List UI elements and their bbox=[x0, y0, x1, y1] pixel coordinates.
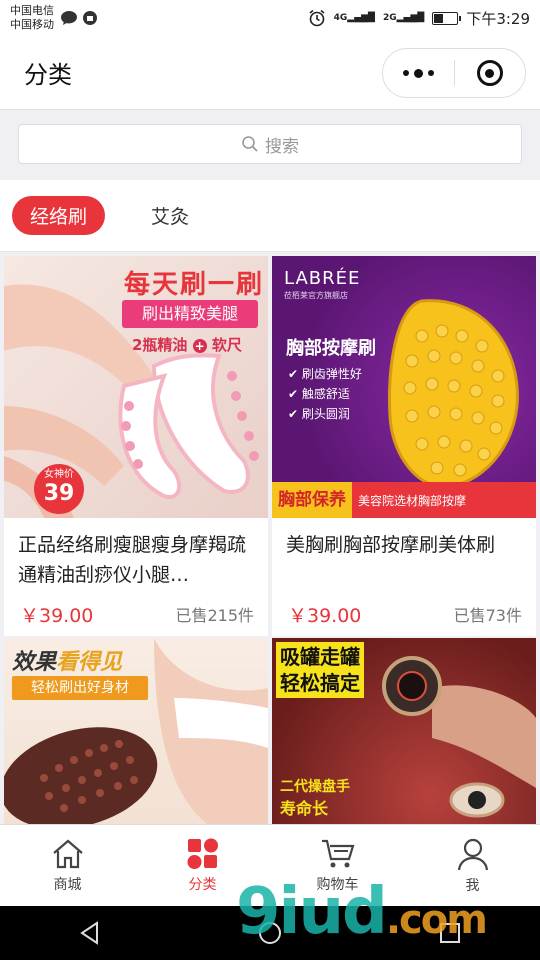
tab-jingluoshua[interactable]: 经络刷 bbox=[12, 196, 106, 235]
status-bar: 中国电信 中国移动 4G▂▄▆█ 2G▂▄▆█ 下午3:29 bbox=[0, 0, 540, 36]
search-icon bbox=[242, 136, 258, 152]
notification-icons bbox=[60, 10, 98, 26]
back-icon[interactable] bbox=[77, 920, 103, 946]
product-name: 正品经络刷瘦腿瘦身摩羯疏通精油刮痧仪小腿… bbox=[18, 534, 247, 586]
more-dot-icon bbox=[427, 70, 434, 76]
product-image: LABRÉE 莅栢莱官方旗舰店 胸部按摩刷 ✔ 刷齿弹性好 ✔ 触感舒适 ✔ 刷… bbox=[272, 256, 536, 518]
product-meta: ￥39.00 已售215件 bbox=[4, 592, 268, 636]
product-card[interactable]: 吸罐走罐 轻松搞定 二代操盘手 寿命长 bbox=[272, 638, 536, 824]
tab-aijiu[interactable]: 艾灸 bbox=[133, 196, 207, 235]
carrier-names: 中国电信 中国移动 bbox=[10, 4, 54, 32]
product-grid: 每天刷一刷 刷出精致美腿 2瓶精油 + 软尺 女神价 39 正品经络刷瘦腿瘦身摩… bbox=[0, 252, 540, 824]
product-card[interactable]: 效果看得见 轻松刷出好身材 bbox=[4, 638, 268, 824]
carrier-2: 中国移动 bbox=[10, 18, 54, 31]
alarm-icon bbox=[309, 9, 325, 27]
product-meta: ￥39.00 已售73件 bbox=[272, 592, 536, 636]
product-banner-tagline: 轻松刷出好身材 bbox=[12, 676, 148, 700]
product-price: ￥39.00 bbox=[288, 604, 362, 627]
signal-4g: 4G▂▄▆█ bbox=[333, 12, 375, 23]
miniprogram-capsule bbox=[382, 48, 526, 98]
product-banner-title: 效果看得见 bbox=[12, 650, 123, 675]
product-footer-banner: 胸部保养 美容院选材胸部按摩 bbox=[272, 482, 536, 518]
product-card[interactable]: 每天刷一刷 刷出精致美腿 2瓶精油 + 软尺 女神价 39 正品经络刷瘦腿瘦身摩… bbox=[4, 256, 268, 636]
feature-item: ✔ 触感舒适 bbox=[288, 387, 350, 401]
signal-2g: 2G▂▄▆█ bbox=[382, 12, 425, 23]
product-name: 美胸刷胸部按摩刷美体刷 bbox=[286, 534, 496, 556]
price-badge-value: 39 bbox=[43, 481, 75, 506]
footer-left-label: 胸部保养 bbox=[272, 482, 352, 518]
page-title: 分类 bbox=[24, 61, 72, 89]
product-card[interactable]: LABRÉE 莅栢莱官方旗舰店 胸部按摩刷 ✔ 刷齿弹性好 ✔ 触感舒适 ✔ 刷… bbox=[272, 256, 536, 636]
navigation-bar: 分类 bbox=[0, 36, 540, 110]
category-icon bbox=[187, 838, 218, 869]
product-image: 吸罐走罐 轻松搞定 二代操盘手 寿命长 bbox=[272, 638, 536, 824]
battery-icon bbox=[432, 11, 462, 25]
site-watermark: 9iud.com bbox=[236, 875, 488, 949]
more-options-button[interactable] bbox=[383, 68, 454, 78]
price-badge-label: 女神价 bbox=[44, 469, 74, 480]
clock: 下午3:29 bbox=[466, 9, 530, 28]
search-placeholder: 搜索 bbox=[265, 136, 299, 157]
target-close-icon bbox=[476, 60, 503, 86]
feature-item: ✔ 刷齿弹性好 bbox=[288, 367, 362, 381]
product-promo: 2瓶精油 + 软尺 bbox=[132, 336, 242, 354]
cart-icon bbox=[321, 839, 354, 867]
product-sold-count: 已售215件 bbox=[175, 606, 254, 625]
product-banner-title: 每天刷一刷 bbox=[124, 270, 265, 300]
shield-app-icon bbox=[83, 11, 97, 25]
product-sold-count: 已售73件 bbox=[453, 606, 522, 625]
footer-right-label: 美容院选材胸部按摩 bbox=[358, 493, 467, 508]
tabbar-label: 商城 bbox=[53, 876, 82, 893]
search-area: 搜索 bbox=[0, 110, 540, 180]
feature-list: ✔ 刷齿弹性好 ✔ 触感舒适 ✔ 刷头圆润 bbox=[288, 364, 362, 424]
product-banner-title: 胸部按摩刷 bbox=[286, 338, 376, 359]
product-footer-text: 二代操盘手 寿命长 bbox=[280, 779, 350, 818]
search-input[interactable]: 搜索 bbox=[18, 124, 522, 164]
product-image: 效果看得见 轻松刷出好身材 bbox=[4, 638, 268, 824]
product-price: ￥39.00 bbox=[20, 604, 94, 627]
plus-circle-icon: + bbox=[192, 339, 207, 353]
home-icon bbox=[52, 839, 83, 868]
more-dot-icon bbox=[413, 68, 423, 78]
status-right: 4G▂▄▆█ 2G▂▄▆█ 下午3:29 bbox=[308, 8, 530, 29]
user-icon bbox=[457, 838, 488, 870]
feature-item: ✔ 刷头圆润 bbox=[288, 407, 350, 421]
more-dot-icon bbox=[402, 70, 409, 76]
product-image: 每天刷一刷 刷出精致美腿 2瓶精油 + 软尺 女神价 39 bbox=[4, 256, 268, 518]
tabbar-item-mall[interactable]: 商城 bbox=[0, 825, 135, 906]
category-tabs: 经络刷 艾灸 bbox=[0, 180, 540, 252]
product-banner-title: 吸罐走罐 轻松搞定 bbox=[276, 642, 364, 698]
close-miniprogram-button[interactable] bbox=[455, 60, 526, 86]
tabbar-label: 分类 bbox=[188, 876, 217, 893]
carrier-1: 中国电信 bbox=[10, 4, 54, 17]
chat-bubble-icon bbox=[61, 11, 77, 25]
price-badge: 女神价 39 bbox=[34, 464, 84, 514]
product-banner-tagline: 刷出精致美腿 bbox=[122, 300, 258, 328]
